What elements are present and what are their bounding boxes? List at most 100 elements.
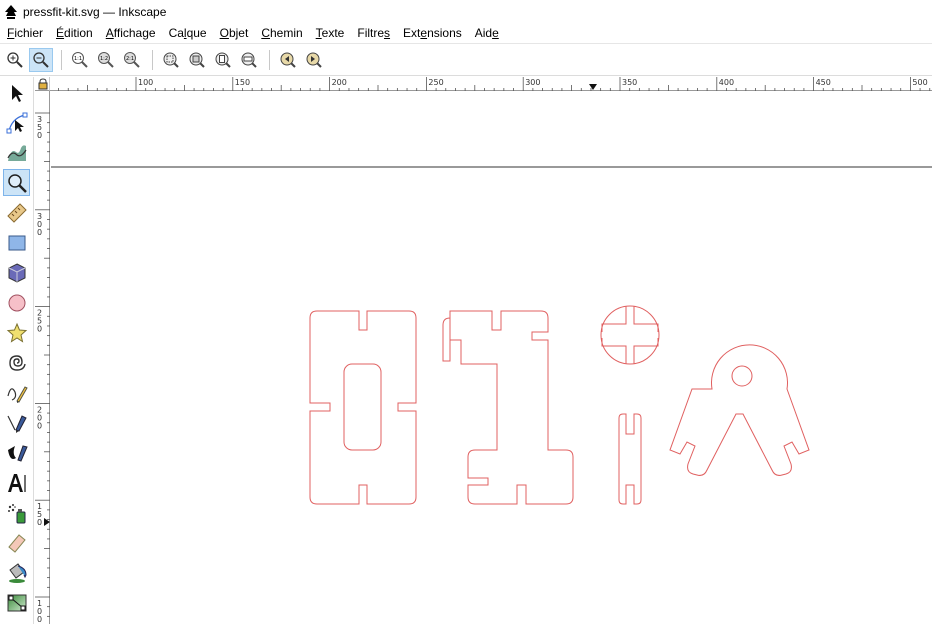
ruler-label: 100 (138, 78, 153, 87)
menu-item-5[interactable]: Chemin (254, 26, 308, 40)
menu-item-6[interactable]: Texte (309, 26, 351, 40)
text-a-icon (7, 473, 26, 492)
pencil-tool[interactable] (3, 379, 30, 406)
pressfit-piece-t-beam[interactable] (442, 310, 574, 505)
zoom-page-icon (215, 52, 231, 68)
menu-item-accelerator: e (492, 26, 499, 40)
zoom-selection-button[interactable] (159, 48, 183, 72)
3d-box-tool[interactable] (3, 259, 30, 286)
ruler-corner[interactable] (35, 77, 50, 91)
pressfit-piece-small-bar[interactable] (618, 413, 642, 505)
3d-box-icon (8, 262, 25, 283)
zoom-2-1-button[interactable]: 2:1 (120, 48, 144, 72)
zoom-drawing-button[interactable] (185, 48, 209, 72)
spiral-icon (8, 354, 26, 371)
rectangle-icon (8, 235, 25, 250)
menu-bar: Fichier Édition Affichage Calque Objet Chemin… (0, 23, 932, 44)
eraser-tool[interactable] (3, 529, 30, 556)
node-tool[interactable] (3, 109, 30, 136)
pen-tool[interactable] (3, 409, 30, 436)
menu-item-1[interactable]: Édition (49, 26, 99, 40)
menu-item-label: Aid (474, 26, 493, 40)
menu-item-3[interactable]: Calque (162, 26, 213, 40)
star-tool[interactable] (3, 319, 30, 346)
spray-can-icon (7, 503, 25, 523)
zoom-2-1-label: 2:1 (126, 56, 134, 62)
pressfit-piece-round-disk[interactable] (600, 305, 660, 365)
ruler-label: 150 (235, 78, 250, 87)
horizontal-ruler-scale: 100 150 200 250 300 350 400 450 500 (58, 77, 931, 91)
zoom-in-button[interactable] (3, 48, 27, 72)
spiral-tool[interactable] (3, 349, 30, 376)
ruler-icon (6, 202, 27, 223)
zoom-page-button[interactable] (211, 48, 235, 72)
calligraphy-icon (7, 444, 28, 462)
menu-item-label: Ca (168, 26, 184, 40)
zoom-previous-icon (280, 52, 296, 68)
zoom-1-2-button[interactable]: 1:2 (94, 48, 118, 72)
horizontal-ruler[interactable]: 100 150 200 250 300 350 400 450 500 (50, 77, 932, 91)
zoom-1-1-icon: 1:1 (72, 52, 88, 68)
command-bar: 1:1 1:2 2:1 (0, 45, 932, 76)
text-tool[interactable] (3, 469, 30, 496)
drawing-canvas[interactable] (51, 92, 932, 624)
rectangle-tool[interactable] (3, 229, 30, 256)
zoom-1-1-button[interactable]: 1:1 (68, 48, 92, 72)
gradient-icon (7, 594, 26, 611)
ruler-label: 350 (622, 78, 637, 87)
zoom-previous-button[interactable] (276, 48, 300, 72)
lock-icon (38, 78, 48, 90)
zoom-next-icon (306, 52, 322, 68)
vertical-ruler-scale: 350300250200150100 (35, 112, 50, 624)
zoom-out-button[interactable] (29, 48, 53, 72)
menu-item-0[interactable]: Fichier (0, 26, 49, 40)
vertical-ruler[interactable]: 350300250200150100 (35, 91, 50, 624)
menu-item-label: ichier (14, 26, 44, 40)
menu-item-label: dition (64, 26, 93, 40)
calligraphy-tool[interactable] (3, 439, 30, 466)
toolbar-separator (269, 50, 270, 70)
menu-item-8[interactable]: Extensions (396, 26, 468, 40)
measure-tool[interactable] (3, 199, 30, 226)
menu-item-9[interactable]: Aide (468, 26, 505, 40)
spray-tool[interactable] (3, 499, 30, 526)
menu-item-label: bjet (228, 26, 249, 40)
paint-bucket-tool[interactable] (3, 559, 30, 586)
pressfit-piece-plate-window[interactable] (343, 363, 382, 451)
selector-tool[interactable] (3, 79, 30, 106)
pressfit-piece-disk-cross-slot[interactable] (601, 306, 659, 364)
circle-icon (8, 294, 25, 311)
drawing-area[interactable] (51, 92, 932, 624)
menu-item-2[interactable]: Affichage (99, 26, 162, 40)
arrow-pointer-icon (11, 84, 23, 102)
zoom-out-icon (33, 52, 49, 68)
menu-item-label: Filtre (357, 26, 385, 40)
gradient-tool[interactable] (3, 589, 30, 616)
zoom-2-1-icon: 2:1 (124, 52, 140, 68)
ruler-label: 500 (912, 78, 927, 87)
pressfit-piece-compass-legs[interactable] (669, 344, 810, 476)
toolbar-separator (61, 50, 62, 70)
menu-item-label: hemin (269, 26, 303, 40)
menu-item-label: nsions (427, 26, 462, 40)
zoom-next-button[interactable] (302, 48, 326, 72)
ellipse-tool[interactable] (3, 289, 30, 316)
menu-item-7[interactable]: Filtres (350, 26, 396, 40)
ruler-label: 250 (428, 78, 443, 87)
zoom-page-width-icon (241, 52, 257, 68)
ruler-label-char: 0 (37, 421, 42, 430)
zoom-page-width-button[interactable] (237, 48, 261, 72)
pressfit-piece-compass-hole[interactable] (731, 365, 753, 387)
star-icon (6, 322, 27, 343)
menu-item-4[interactable]: Objet (213, 26, 255, 40)
toolbox (0, 77, 34, 624)
eraser-icon (7, 533, 26, 553)
zoom-tool[interactable] (3, 169, 30, 196)
window-title: pressfit-kit.svg — Inkscape (23, 4, 167, 19)
paint-bucket-icon (8, 562, 27, 583)
pressfit-piece-slotted-plate[interactable] (309, 310, 417, 505)
magnifier-icon (7, 173, 27, 193)
tweak-wave-icon (6, 144, 27, 161)
menu-item-label: ffichage (113, 26, 156, 40)
tweak-tool[interactable] (3, 139, 30, 166)
